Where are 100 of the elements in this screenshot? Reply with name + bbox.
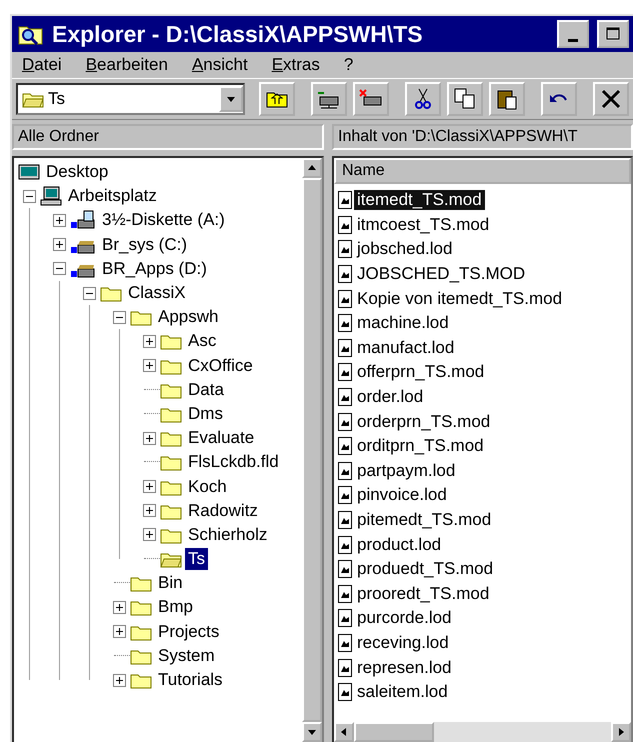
- file-item[interactable]: manufact.lod: [354, 338, 458, 358]
- file-icon: [338, 536, 352, 554]
- file-item[interactable]: purcorde.lod: [354, 608, 455, 628]
- copy-icon: [454, 88, 476, 110]
- menu-item[interactable]: Bearbeiten: [86, 55, 168, 75]
- tree-item[interactable]: Evaluate: [185, 427, 258, 450]
- address-combobox[interactable]: Ts: [16, 83, 245, 115]
- expand-toggle[interactable]: [142, 480, 156, 494]
- tree-item[interactable]: Arbeitsplatz: [65, 185, 160, 208]
- map-drive-button[interactable]: [311, 82, 347, 116]
- column-header[interactable]: Name: [334, 158, 631, 184]
- vertical-scrollbar[interactable]: [302, 158, 322, 742]
- file-icon: [338, 584, 352, 603]
- up-folder-button[interactable]: [259, 82, 295, 116]
- computer-icon: [40, 186, 62, 206]
- cut-button[interactable]: [405, 82, 441, 116]
- expand-toggle[interactable]: [142, 359, 156, 372]
- maximize-icon: [606, 27, 620, 41]
- file-item[interactable]: Kopie von itemedt_TS.mod: [354, 288, 566, 309]
- file-icon: [338, 265, 352, 284]
- expand-toggle[interactable]: [142, 334, 156, 348]
- tree-item[interactable]: Bin: [155, 572, 186, 594]
- menu-item[interactable]: ?: [344, 55, 354, 75]
- file-icon: [338, 486, 352, 504]
- file-icon: [338, 658, 352, 677]
- collapse-toggle[interactable]: [112, 310, 126, 324]
- file-item[interactable]: offerprn_TS.mod: [354, 362, 488, 382]
- file-icon: [338, 290, 352, 308]
- disconnect-drive-button[interactable]: [353, 82, 389, 116]
- file-item[interactable]: receving.lod: [354, 632, 452, 653]
- dropdown-button[interactable]: [219, 86, 243, 112]
- tree-item[interactable]: Desktop: [43, 161, 112, 184]
- tree-item[interactable]: 3½-Diskette (A:): [99, 209, 228, 232]
- tree-item[interactable]: BR_Apps (D:): [99, 258, 210, 280]
- expand-toggle[interactable]: [52, 238, 66, 252]
- file-item[interactable]: JOBSCHED_TS.MOD: [354, 264, 528, 284]
- pane-header: Inhalt von 'D:\ClassiX\APPSWH\T: [332, 124, 633, 150]
- file-item[interactable]: order.lod: [354, 387, 426, 408]
- tree-item[interactable]: Bmp: [155, 596, 196, 618]
- tree-item[interactable]: Tutorials: [155, 669, 226, 692]
- expand-toggle[interactable]: [142, 432, 156, 445]
- tree-item[interactable]: Schierholz: [185, 524, 270, 546]
- menu-item[interactable]: Datei: [22, 55, 62, 75]
- pane-header: Alle Ordner: [12, 124, 324, 150]
- file-item[interactable]: prooredt_TS.mod: [354, 584, 492, 604]
- tree-item[interactable]: Data: [185, 378, 227, 401]
- network-drive-icon: [317, 89, 341, 109]
- copy-button[interactable]: [447, 82, 483, 116]
- file-icon: [338, 560, 352, 578]
- file-item[interactable]: saleitem.lod: [354, 682, 451, 702]
- collapse-toggle[interactable]: [52, 262, 66, 276]
- clipboard-icon: [496, 88, 518, 110]
- file-item[interactable]: represen.lod: [354, 658, 455, 678]
- tree-item[interactable]: System: [155, 644, 218, 667]
- tree-item[interactable]: FlsLckdb.fld: [185, 451, 282, 474]
- menu-item[interactable]: Ansicht: [192, 55, 248, 75]
- tree-item[interactable]: Radowitz: [185, 500, 261, 522]
- expand-toggle[interactable]: [112, 674, 126, 687]
- expand-toggle[interactable]: [142, 504, 156, 518]
- tree-item[interactable]: Ts: [185, 548, 208, 570]
- file-item[interactable]: partpaym.lod: [354, 460, 458, 481]
- file-item[interactable]: product.lod: [354, 534, 444, 555]
- undo-button[interactable]: [541, 82, 577, 116]
- tree-item[interactable]: CxOffice: [185, 354, 256, 377]
- tree-item[interactable]: Koch: [185, 476, 230, 498]
- horizontal-scrollbar[interactable]: [334, 722, 631, 742]
- tree-item[interactable]: ClassiX: [125, 282, 189, 304]
- file-item[interactable]: jobsched.lod: [354, 239, 456, 260]
- left-arrow-icon: [340, 728, 348, 736]
- minimize-button[interactable]: [557, 20, 589, 48]
- file-item[interactable]: itmcoest_TS.mod: [354, 214, 492, 235]
- file-item[interactable]: produedt_TS.mod: [354, 559, 496, 580]
- paste-button[interactable]: [489, 82, 525, 116]
- file-item[interactable]: pitemedt_TS.mod: [354, 510, 494, 530]
- file-item[interactable]: machine.lod: [354, 313, 452, 334]
- file-item[interactable]: pinvoice.lod: [354, 485, 450, 506]
- collapse-toggle[interactable]: [82, 286, 96, 300]
- expand-toggle[interactable]: [112, 625, 126, 638]
- delete-icon: [601, 89, 621, 109]
- maximize-button[interactable]: [597, 20, 629, 48]
- tree-item[interactable]: Appswh: [155, 306, 222, 328]
- file-icon: [338, 462, 352, 480]
- file-item[interactable]: itemedt_TS.mod: [354, 190, 485, 210]
- expand-toggle[interactable]: [52, 214, 66, 227]
- tree-item[interactable]: Projects: [155, 620, 222, 643]
- up-folder-icon: [266, 90, 288, 108]
- file-item[interactable]: orditprn_TS.mod: [354, 436, 487, 456]
- file-icon: [338, 216, 352, 234]
- expand-toggle[interactable]: [112, 600, 126, 614]
- file-item[interactable]: orderprn_TS.mod: [354, 412, 494, 432]
- tree-item[interactable]: Asc: [185, 330, 220, 352]
- collapse-toggle[interactable]: [22, 190, 36, 203]
- delete-button[interactable]: [593, 82, 629, 116]
- file-icon: [338, 412, 352, 431]
- tree-item[interactable]: Br_sys (C:): [99, 234, 190, 256]
- file-icon: [338, 314, 352, 332]
- file-icon: [338, 437, 352, 456]
- tree-item[interactable]: Dms: [185, 402, 226, 425]
- expand-toggle[interactable]: [142, 528, 156, 542]
- menu-item[interactable]: Extras: [272, 55, 320, 75]
